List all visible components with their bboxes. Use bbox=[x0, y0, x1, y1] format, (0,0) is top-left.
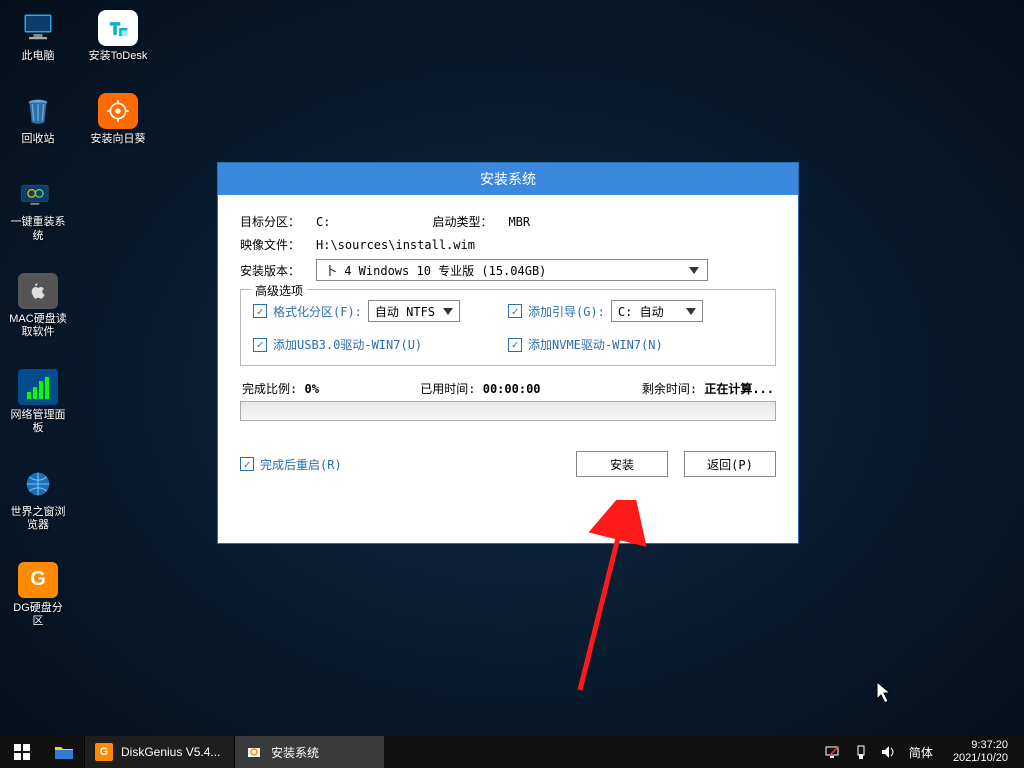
desktop-icon-label: 回收站 bbox=[22, 133, 55, 146]
opt-nvme-label: 添加NVME驱动-WIN7(N) bbox=[528, 336, 663, 353]
row-image: 映像文件： H:\sources\install.wim bbox=[240, 236, 776, 253]
checkbox-icon: ✓ bbox=[253, 304, 267, 318]
checkbox-icon: ✓ bbox=[253, 338, 267, 352]
taskbar-explorer[interactable] bbox=[44, 736, 84, 768]
progress-labels: 完成比例: 0% 已用时间: 00:00:00 剩余时间: 正在计算... bbox=[240, 380, 776, 397]
installer-body: 目标分区： C: 启动类型： MBR 映像文件： H:\sources\inst… bbox=[218, 195, 798, 491]
taskbar: G DiskGenius V5.4... 安装系统 简体 9:37:20 202… bbox=[0, 736, 1024, 768]
desktop-icon-onekey[interactable]: 一键重装系统 bbox=[8, 176, 68, 242]
taskbar-app-diskgenius[interactable]: G DiskGenius V5.4... bbox=[84, 736, 234, 768]
boot-value: MBR bbox=[508, 215, 530, 229]
network-icon bbox=[18, 369, 58, 405]
checkbox-icon: ✓ bbox=[240, 457, 254, 471]
format-fs-select[interactable]: 自动 NTFS bbox=[368, 300, 460, 322]
footer-row: ✓ 完成后重启(R) 安装 返回(P) bbox=[240, 451, 776, 477]
opt-restart[interactable]: ✓ 完成后重启(R) bbox=[240, 456, 342, 473]
version-value: 卜 4 Windows 10 专业版 (15.04GB) bbox=[325, 262, 546, 279]
target-label: 目标分区： bbox=[240, 213, 310, 230]
pc-icon bbox=[18, 10, 58, 46]
installer-window: 安装系统 目标分区： C: 启动类型： MBR 映像文件： H:\sources… bbox=[218, 163, 798, 543]
opt-boot[interactable]: ✓ 添加引导(G): C: 自动 bbox=[508, 300, 763, 322]
sunflower-icon bbox=[98, 93, 138, 129]
taskbar-app-label: DiskGenius V5.4... bbox=[121, 745, 220, 759]
system-tray: 简体 9:37:20 2021/10/20 bbox=[817, 736, 1024, 768]
opt-nvme[interactable]: ✓ 添加NVME驱动-WIN7(N) bbox=[508, 336, 763, 353]
desktop-icon-sunflower[interactable]: 安装向日葵 bbox=[88, 93, 148, 146]
cursor-icon bbox=[876, 681, 894, 705]
desktop-icon-label: 安装向日葵 bbox=[91, 133, 146, 146]
image-label: 映像文件： bbox=[240, 236, 310, 253]
desktop-icon-browser[interactable]: 世界之窗浏览器 bbox=[8, 466, 68, 532]
start-button[interactable] bbox=[0, 736, 44, 768]
desktop-icon-label: MAC硬盘读取软件 bbox=[8, 313, 68, 339]
opt-format[interactable]: ✓ 格式化分区(F): 自动 NTFS bbox=[253, 300, 508, 322]
advanced-fieldset: 高级选项 ✓ 格式化分区(F): 自动 NTFS ✓ 添加引导(G): bbox=[240, 289, 776, 366]
tray-clock[interactable]: 9:37:20 2021/10/20 bbox=[945, 739, 1016, 765]
tray-ime[interactable]: 简体 bbox=[909, 744, 933, 761]
checkbox-icon: ✓ bbox=[508, 304, 522, 318]
chevron-down-icon bbox=[443, 308, 453, 315]
desktop-icon-label: 一键重装系统 bbox=[8, 216, 68, 242]
target-value: C: bbox=[316, 215, 330, 229]
restart-label: 完成后重启(R) bbox=[260, 456, 342, 473]
advanced-legend: 高级选项 bbox=[251, 282, 307, 299]
desktop-icon-grid: 此电脑 安装ToDesk 回收站 安装向日葵 bbox=[8, 10, 148, 628]
opt-format-label: 格式化分区(F): bbox=[273, 303, 362, 320]
opt-usb3[interactable]: ✓ 添加USB3.0驱动-WIN7(U) bbox=[253, 336, 508, 353]
opt-usb3-label: 添加USB3.0驱动-WIN7(U) bbox=[273, 336, 422, 353]
desktop-icon-label: 世界之窗浏览器 bbox=[8, 506, 68, 532]
desktop-icon-mac[interactable]: MAC硬盘读取软件 bbox=[8, 273, 68, 339]
tray-network-icon[interactable] bbox=[825, 744, 841, 760]
desktop-icon-todesk[interactable]: 安装ToDesk bbox=[88, 10, 148, 63]
dg-icon: G bbox=[18, 562, 58, 598]
windows-icon bbox=[14, 744, 30, 760]
installer-mini-icon bbox=[245, 743, 263, 761]
boot-label: 启动类型： bbox=[432, 213, 502, 230]
onekey-icon bbox=[18, 176, 58, 212]
boot-drive-select[interactable]: C: 自动 bbox=[611, 300, 703, 322]
dg-icon: G bbox=[95, 743, 113, 761]
mac-icon bbox=[18, 273, 58, 309]
clock-date: 2021/10/20 bbox=[953, 752, 1008, 765]
recycle-icon bbox=[18, 93, 58, 129]
desktop-icon-label: 网络管理面板 bbox=[8, 409, 68, 435]
row-target: 目标分区： C: 启动类型： MBR bbox=[240, 213, 776, 230]
taskbar-app-label: 安装系统 bbox=[271, 744, 319, 761]
checkbox-icon: ✓ bbox=[508, 338, 522, 352]
image-value: H:\sources\install.wim bbox=[316, 238, 475, 252]
folder-icon bbox=[54, 744, 74, 760]
back-button[interactable]: 返回(P) bbox=[684, 451, 776, 477]
version-label: 安装版本： bbox=[240, 262, 310, 279]
desktop-icon-dg[interactable]: G DG硬盘分区 bbox=[8, 562, 68, 628]
clock-time: 9:37:20 bbox=[953, 739, 1008, 752]
tray-usb-icon[interactable] bbox=[853, 744, 869, 760]
globe-icon bbox=[18, 466, 58, 502]
tray-volume-icon[interactable] bbox=[881, 744, 897, 760]
chevron-down-icon bbox=[689, 267, 699, 274]
install-button[interactable]: 安装 bbox=[576, 451, 668, 477]
row-version: 安装版本： 卜 4 Windows 10 专业版 (15.04GB) bbox=[240, 259, 776, 281]
desktop-icon-label: 安装ToDesk bbox=[89, 50, 148, 63]
taskbar-app-installer[interactable]: 安装系统 bbox=[234, 736, 384, 768]
chevron-down-icon bbox=[686, 308, 696, 315]
desktop-icon-label: 此电脑 bbox=[22, 50, 55, 63]
todesk-icon bbox=[98, 10, 138, 46]
opt-boot-label: 添加引导(G): bbox=[528, 303, 605, 320]
desktop-icon-recycle[interactable]: 回收站 bbox=[8, 93, 68, 146]
desktop-icon-label: DG硬盘分区 bbox=[8, 602, 68, 628]
version-select[interactable]: 卜 4 Windows 10 专业版 (15.04GB) bbox=[316, 259, 708, 281]
desktop-icon-network[interactable]: 网络管理面板 bbox=[8, 369, 68, 435]
desktop: 此电脑 安装ToDesk 回收站 安装向日葵 bbox=[0, 0, 1024, 736]
installer-title: 安装系统 bbox=[218, 163, 798, 195]
desktop-icon-this-pc[interactable]: 此电脑 bbox=[8, 10, 68, 63]
progress-bar bbox=[240, 401, 776, 421]
